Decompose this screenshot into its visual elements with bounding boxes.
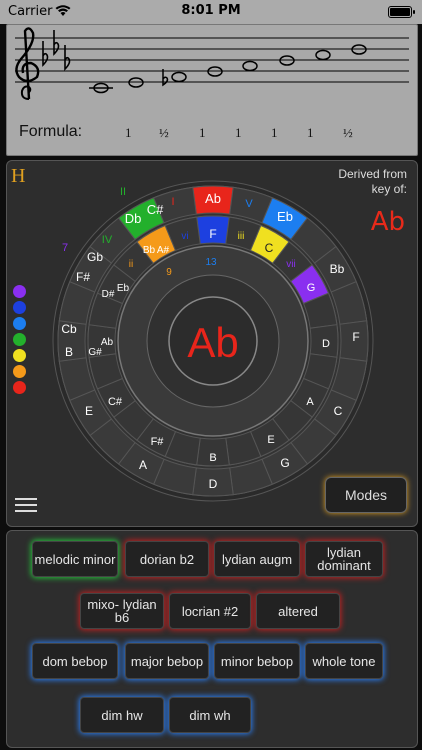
note-g-mid[interactable]: G [307,282,316,294]
degree-vii: vii [286,259,295,270]
note-eb[interactable]: Eb [277,209,293,224]
interval-3: 1 [199,125,206,140]
note-ds-mid[interactable]: D# [102,289,115,300]
mode-lydian-augm[interactable]: lydian augm [214,541,300,577]
mode-altered[interactable]: altered [256,593,340,629]
note-d-outer[interactable]: D [209,477,218,491]
note-c-mid[interactable]: C [265,241,274,255]
mode-dorian-b2[interactable]: dorian b2 [125,541,209,577]
degree-vi: vi [181,231,188,242]
note-bb-mid[interactable]: Bb [143,245,156,256]
degree-IV: IV [102,234,113,246]
mode-dim-hw[interactable]: dim hw [80,697,164,733]
degree-I: I [171,196,174,208]
clock: 8:01 PM [181,3,241,18]
note-a-mid[interactable]: A [306,396,314,408]
mode-mixolydian-b6[interactable]: mixo- lydian b6 [80,593,164,629]
note-fs-mid[interactable]: F# [151,436,165,448]
modes-panel: melodic minor dorian b2 lydian augm lydi… [6,530,418,748]
interval-7: ½ [343,125,353,140]
interval-4: 1 [235,125,242,140]
note-f-outer[interactable]: F [352,330,359,344]
center-key: Ab [187,319,238,366]
note-gs-mid[interactable]: G# [88,347,102,358]
battery-icon [388,6,415,18]
note-gb[interactable]: Gb [87,250,103,264]
note-b-mid[interactable]: B [209,452,216,464]
note-e-outer[interactable]: E [85,404,93,418]
note-ab-mid[interactable]: Ab [101,337,114,348]
interval-5: 1 [271,125,278,140]
note-ab[interactable]: Ab [205,191,221,206]
note-cs-mid[interactable]: C# [108,396,123,408]
note-c-outer[interactable]: C [334,404,343,418]
scale-notes [89,44,367,94]
degree-V: V [245,198,253,210]
degree-7: 7 [62,242,68,254]
note-f-mid[interactable]: F [209,227,216,241]
note-cs-top[interactable]: C# [147,202,164,217]
degree-II: II [120,186,126,198]
mode-dim-wh[interactable]: dim wh [169,697,251,733]
mode-whole-tone[interactable]: whole tone [305,643,383,679]
treble-clef-icon [15,27,40,100]
note-db[interactable]: Db [125,211,142,226]
mode-dom-bebop[interactable]: dom bebop [32,643,118,679]
note-a-outer[interactable]: A [139,458,147,472]
note-b-outer[interactable]: B [65,345,73,359]
formula-label: Formula: [19,123,83,140]
mode-minor-bebop[interactable]: minor bebop [214,643,300,679]
modes-button[interactable]: Modes [325,477,407,513]
status-bar: Carrier 8:01 PM [0,0,422,24]
note-bb-outer[interactable]: Bb [330,262,345,276]
note-as-mid[interactable]: A# [157,245,170,256]
note-fs-outer[interactable]: F# [76,270,90,284]
staff-panel: Formula: 1 ½ 1 1 1 1 ½ [6,24,418,156]
mode-locrian-2[interactable]: locrian #2 [169,593,251,629]
mode-lydian-dominant[interactable]: lydian dominant [305,541,383,577]
note-eb-mid[interactable]: Eb [117,283,130,294]
circle-of-fifths-panel: H Derived from key of: Ab Ab Ab Eb Db C#… [6,160,418,527]
note-e-mid[interactable]: E [267,434,274,446]
interval-6: 1 [307,125,314,140]
note-cb[interactable]: Cb [61,322,77,336]
interval-1: 1 [125,125,132,140]
circle-of-fifths-wheel[interactable]: Ab Ab Eb Db C# Gb F# Cb B E A D G C F Bb… [7,161,417,526]
interval-2: ½ [159,125,169,140]
degree-9: 9 [166,267,172,278]
mode-major-bebop[interactable]: major bebop [125,643,209,679]
degree-13: 13 [205,257,217,268]
music-staff [15,27,409,100]
note-d-mid[interactable]: D [322,338,330,350]
mode-melodic-minor[interactable]: melodic minor [32,541,118,577]
hamburger-menu-icon[interactable] [15,494,37,512]
note-g-outer[interactable]: G [280,456,289,470]
degree-ii: ii [129,259,133,270]
degree-iii: iii [238,231,245,242]
